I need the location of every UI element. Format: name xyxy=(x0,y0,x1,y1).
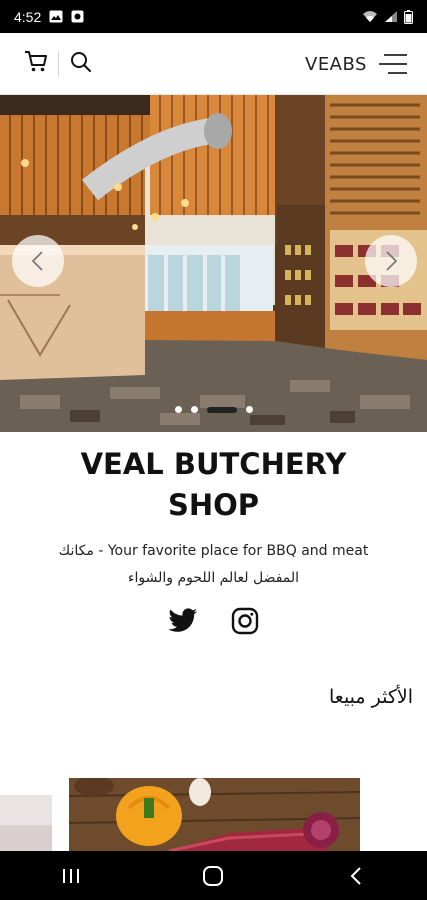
slider-prev-button[interactable] xyxy=(12,235,64,287)
wifi-icon xyxy=(362,10,378,23)
recent-apps-icon[interactable] xyxy=(51,861,91,891)
image-icon xyxy=(49,10,63,23)
slider-dot[interactable] xyxy=(245,406,253,413)
cart-icon[interactable] xyxy=(22,47,50,75)
subtitle-line-2: المفضل لعالم اللحوم والشواء xyxy=(127,570,300,586)
signal-icon xyxy=(384,10,398,23)
brand-text: VEABS xyxy=(305,53,367,75)
chevron-right-icon xyxy=(386,251,398,271)
instagram-icon[interactable] xyxy=(230,606,260,636)
hero-slider[interactable] xyxy=(0,95,427,432)
product-image xyxy=(0,795,52,851)
brand-logo[interactable]: VEABS xyxy=(305,50,369,78)
twitter-icon[interactable] xyxy=(168,606,198,636)
page-subtitle: مكانك - Your favorite place for BBQ and … xyxy=(20,538,407,592)
product-card-image[interactable] xyxy=(0,795,52,851)
search-icon[interactable] xyxy=(68,49,94,75)
slider-dot[interactable] xyxy=(174,406,182,413)
home-icon[interactable] xyxy=(193,861,233,891)
title-line-2: SHOP xyxy=(167,488,260,522)
header-divider xyxy=(58,51,59,77)
app-header: VEABS xyxy=(0,33,427,95)
notification-app-icon xyxy=(71,10,84,23)
product-image xyxy=(69,778,360,851)
subtitle-line-1: مكانك - Your favorite place for BBQ and … xyxy=(58,543,369,559)
social-links xyxy=(168,606,260,636)
slider-dots xyxy=(0,406,427,413)
hero-image xyxy=(0,95,427,432)
status-time: 4:52 xyxy=(14,8,42,25)
title-line-1: VEAL BUTCHERY xyxy=(80,447,347,481)
section-title-bestsellers: الأكثر مبيعا xyxy=(328,686,413,708)
system-nav-bar xyxy=(0,851,427,900)
battery-icon xyxy=(404,9,413,24)
slider-next-button[interactable] xyxy=(365,235,417,287)
slider-dot-active[interactable] xyxy=(206,406,237,413)
status-bar: 4:52 xyxy=(0,0,427,33)
slider-dot[interactable] xyxy=(190,406,198,413)
menu-icon[interactable] xyxy=(378,52,408,76)
back-icon[interactable] xyxy=(336,861,376,891)
chevron-left-icon xyxy=(31,251,43,271)
page-title: VEAL BUTCHERY SHOP xyxy=(0,444,427,526)
product-card-image[interactable] xyxy=(69,778,360,851)
